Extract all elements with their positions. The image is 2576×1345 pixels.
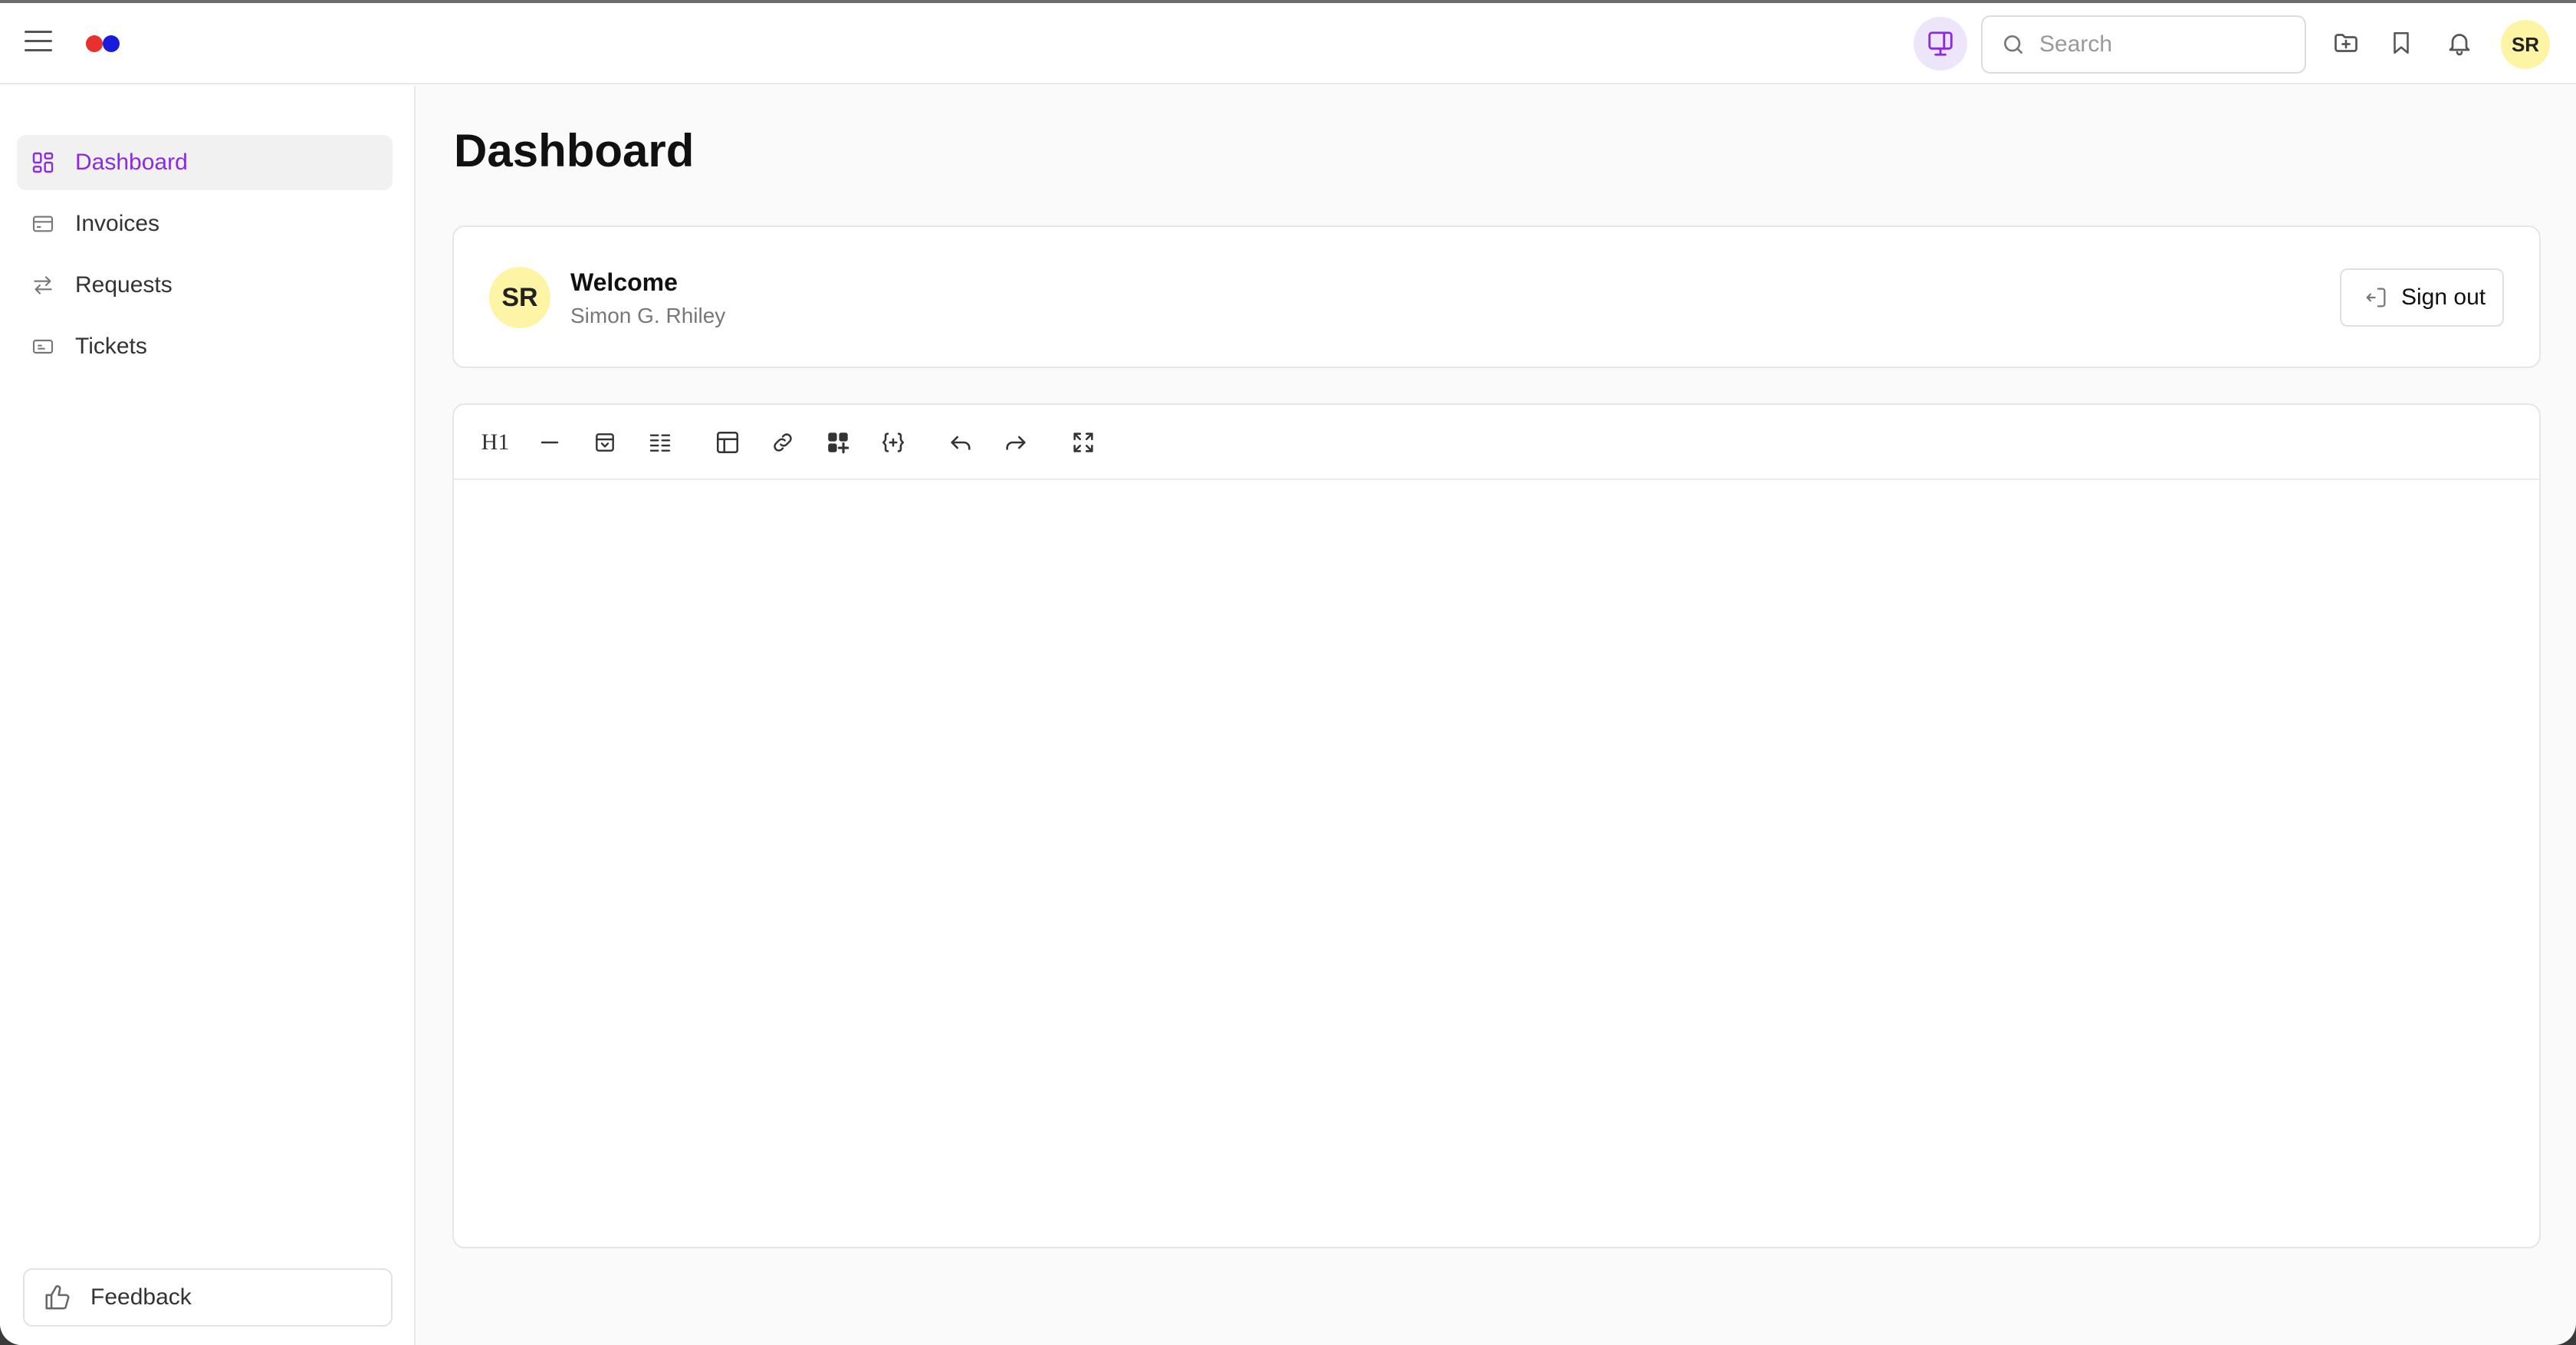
sidebar-item-label: Requests bbox=[75, 272, 172, 298]
redo-button[interactable] bbox=[998, 425, 1033, 460]
table-button[interactable] bbox=[710, 425, 745, 460]
sidebar-item-label: Tickets bbox=[75, 334, 147, 359]
add-block-button[interactable] bbox=[820, 425, 856, 460]
welcome-card: SR Welcome Simon G. Rhiley Sign out bbox=[452, 225, 2541, 368]
ticket-icon bbox=[29, 333, 57, 360]
top-header: SR bbox=[0, 3, 2576, 84]
horizontal-rule-icon bbox=[540, 441, 559, 444]
new-folder-button[interactable] bbox=[2323, 20, 2369, 66]
collapsible-button[interactable] bbox=[587, 425, 623, 460]
heading-label: H1 bbox=[481, 429, 510, 455]
sign-out-label: Sign out bbox=[2401, 284, 2486, 310]
fullscreen-button[interactable] bbox=[1066, 425, 1101, 460]
sidebar-item-tickets[interactable]: Tickets bbox=[17, 319, 393, 374]
avatar: SR bbox=[489, 267, 550, 328]
variable-button[interactable] bbox=[876, 425, 911, 460]
welcome-title: Welcome bbox=[570, 268, 678, 296]
columns-icon bbox=[649, 434, 671, 452]
collapsible-icon bbox=[596, 433, 614, 452]
presentation-icon bbox=[1928, 31, 1953, 56]
search-box[interactable] bbox=[1981, 15, 2306, 74]
sidebar: Dashboard Invoices Requests Tickets Feed… bbox=[0, 86, 416, 1345]
folder-plus-icon bbox=[2334, 34, 2358, 52]
editor-content-area[interactable] bbox=[454, 482, 2539, 1248]
logo-blue-dot bbox=[103, 35, 120, 52]
thumbs-up-icon bbox=[43, 1283, 72, 1312]
sidebar-item-label: Invoices bbox=[75, 211, 160, 236]
table-icon bbox=[716, 431, 739, 454]
feedback-label: Feedback bbox=[90, 1284, 192, 1310]
sidebar-item-requests[interactable]: Requests bbox=[17, 258, 393, 313]
editor-card: H1 bbox=[452, 403, 2541, 1248]
arrows-icon bbox=[29, 271, 57, 299]
user-name: Simon G. Rhiley bbox=[570, 304, 726, 327]
logo-red-dot bbox=[86, 35, 103, 52]
undo-button[interactable] bbox=[943, 425, 978, 460]
variable-icon bbox=[882, 432, 905, 452]
bookmark-icon bbox=[2394, 31, 2409, 54]
sidebar-item-label: Dashboard bbox=[75, 150, 188, 175]
link-icon bbox=[774, 433, 792, 452]
dashboard-icon bbox=[29, 149, 57, 176]
bookmark-button[interactable] bbox=[2378, 20, 2424, 66]
user-avatar[interactable]: SR bbox=[2501, 20, 2550, 69]
bell-icon bbox=[2449, 34, 2470, 56]
add-block-icon bbox=[828, 432, 849, 454]
editor-toolbar: H1 bbox=[454, 405, 2539, 480]
menu-icon[interactable] bbox=[25, 31, 55, 54]
sign-out-icon bbox=[2363, 284, 2389, 311]
heading-icon: H1 bbox=[481, 429, 510, 455]
search-input[interactable] bbox=[2039, 31, 2269, 58]
sidebar-item-dashboard[interactable]: Dashboard bbox=[17, 135, 393, 190]
search-icon bbox=[2004, 35, 2022, 54]
notifications-button[interactable] bbox=[2436, 20, 2482, 66]
fullscreen-icon bbox=[1073, 432, 1093, 452]
presentation-button[interactable] bbox=[1914, 17, 1967, 71]
sign-out-button[interactable]: Sign out bbox=[2340, 268, 2504, 327]
redo-icon bbox=[1006, 436, 1026, 450]
columns-button[interactable] bbox=[642, 425, 678, 460]
app-window: SR Dashboard Invoices bbox=[0, 0, 2576, 1345]
heading-button[interactable]: H1 bbox=[474, 425, 517, 460]
sidebar-item-invoices[interactable]: Invoices bbox=[17, 196, 393, 252]
logo[interactable] bbox=[86, 35, 123, 52]
horizontal-rule-button[interactable] bbox=[532, 425, 567, 460]
undo-icon bbox=[951, 436, 971, 450]
card-icon bbox=[29, 210, 57, 238]
link-button[interactable] bbox=[765, 425, 800, 460]
feedback-button[interactable]: Feedback bbox=[23, 1268, 393, 1327]
page-title: Dashboard bbox=[454, 125, 695, 176]
